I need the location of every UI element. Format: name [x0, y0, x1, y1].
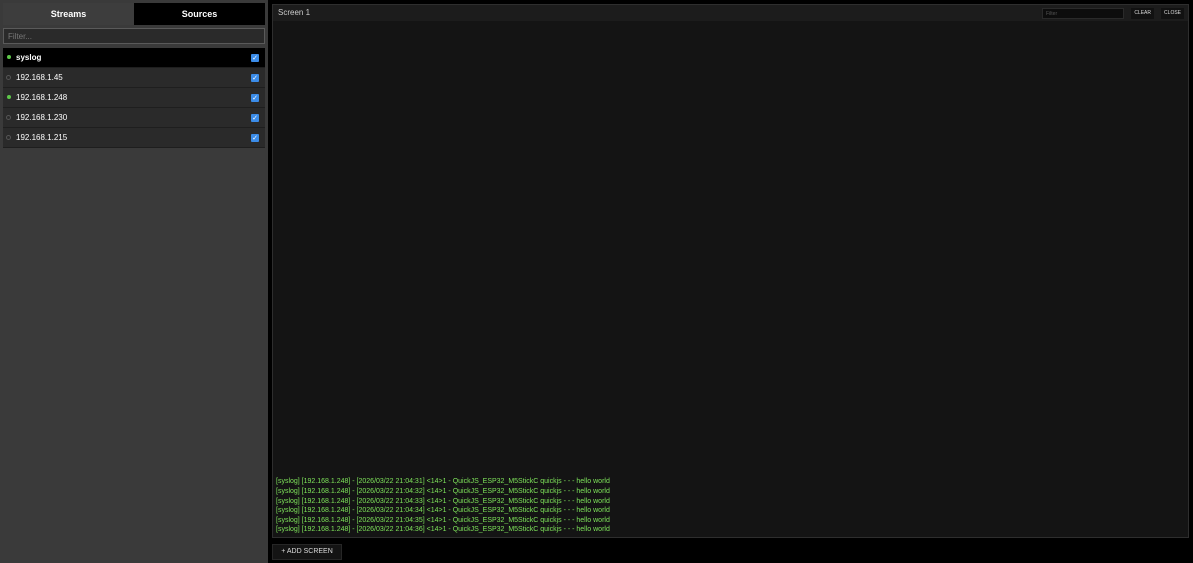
stream-label: syslog: [16, 53, 42, 62]
screen-filter-input[interactable]: [1042, 8, 1124, 19]
stream-label: 192.168.1.248: [16, 93, 68, 102]
stream-label: 192.168.1.45: [16, 73, 63, 82]
status-dot-icon: [6, 135, 11, 140]
app-window: Streams Sources syslog ✓ 192.168.1.45 ✓ …: [0, 0, 1193, 563]
stream-row-192-168-1-248[interactable]: 192.168.1.248 ✓: [3, 88, 265, 108]
tab-streams[interactable]: Streams: [3, 3, 134, 25]
status-dot-icon: [6, 115, 11, 120]
log-line: [syslog] [192.168.1.248] - [2026/03/22 2…: [276, 516, 610, 524]
screen-header: Screen 1 CLEAR CLOSE: [273, 5, 1188, 21]
checkbox[interactable]: ✓: [251, 114, 259, 122]
clear-button[interactable]: CLEAR: [1131, 8, 1154, 19]
checkbox[interactable]: ✓: [251, 74, 259, 82]
tab-sources[interactable]: Sources: [134, 3, 265, 25]
log-line: [syslog] [192.168.1.248] - [2026/03/22 2…: [276, 526, 610, 534]
screen-title: Screen 1: [278, 8, 311, 17]
checkbox[interactable]: ✓: [251, 134, 259, 142]
log-output: [syslog] [192.168.1.248] - [2026/03/22 2…: [273, 477, 1188, 535]
stream-list: syslog ✓ 192.168.1.45 ✓ 192.168.1.248 ✓ …: [3, 48, 265, 148]
add-screen-button[interactable]: + ADD SCREEN: [272, 544, 342, 560]
stream-row-192-168-1-230[interactable]: 192.168.1.230 ✓: [3, 108, 265, 128]
checkmark-icon: ✓: [252, 94, 258, 102]
log-line: [syslog] [192.168.1.248] - [2026/03/22 2…: [276, 507, 610, 515]
sidebar-tabs: Streams Sources: [3, 3, 265, 25]
stream-label: 192.168.1.215: [16, 133, 68, 142]
checkbox[interactable]: ✓: [251, 94, 259, 102]
stream-row-192-168-1-45[interactable]: 192.168.1.45 ✓: [3, 68, 265, 88]
status-dot-icon: [7, 95, 11, 99]
main-area: Screen 1 CLEAR CLOSE [syslog] [192.168.1…: [268, 0, 1193, 563]
close-button[interactable]: CLOSE: [1161, 8, 1184, 19]
log-line: [syslog] [192.168.1.248] - [2026/03/22 2…: [276, 488, 610, 496]
stream-row-192-168-1-215[interactable]: 192.168.1.215 ✓: [3, 128, 265, 148]
status-dot-icon: [6, 75, 11, 80]
screen-panel: Screen 1 CLEAR CLOSE [syslog] [192.168.1…: [272, 4, 1189, 538]
checkmark-icon: ✓: [252, 74, 258, 82]
checkmark-icon: ✓: [252, 54, 258, 62]
log-line: [syslog] [192.168.1.248] - [2026/03/22 2…: [276, 497, 610, 505]
stream-label: 192.168.1.230: [16, 113, 68, 122]
log-line: [syslog] [192.168.1.248] - [2026/03/22 2…: [276, 478, 610, 486]
checkmark-icon: ✓: [252, 134, 258, 142]
status-dot-icon: [7, 55, 11, 59]
checkbox[interactable]: ✓: [251, 54, 259, 62]
sidebar: Streams Sources syslog ✓ 192.168.1.45 ✓ …: [0, 0, 268, 563]
stream-row-syslog[interactable]: syslog ✓: [3, 48, 265, 68]
checkmark-icon: ✓: [252, 114, 258, 122]
stream-filter-input[interactable]: [3, 28, 265, 44]
